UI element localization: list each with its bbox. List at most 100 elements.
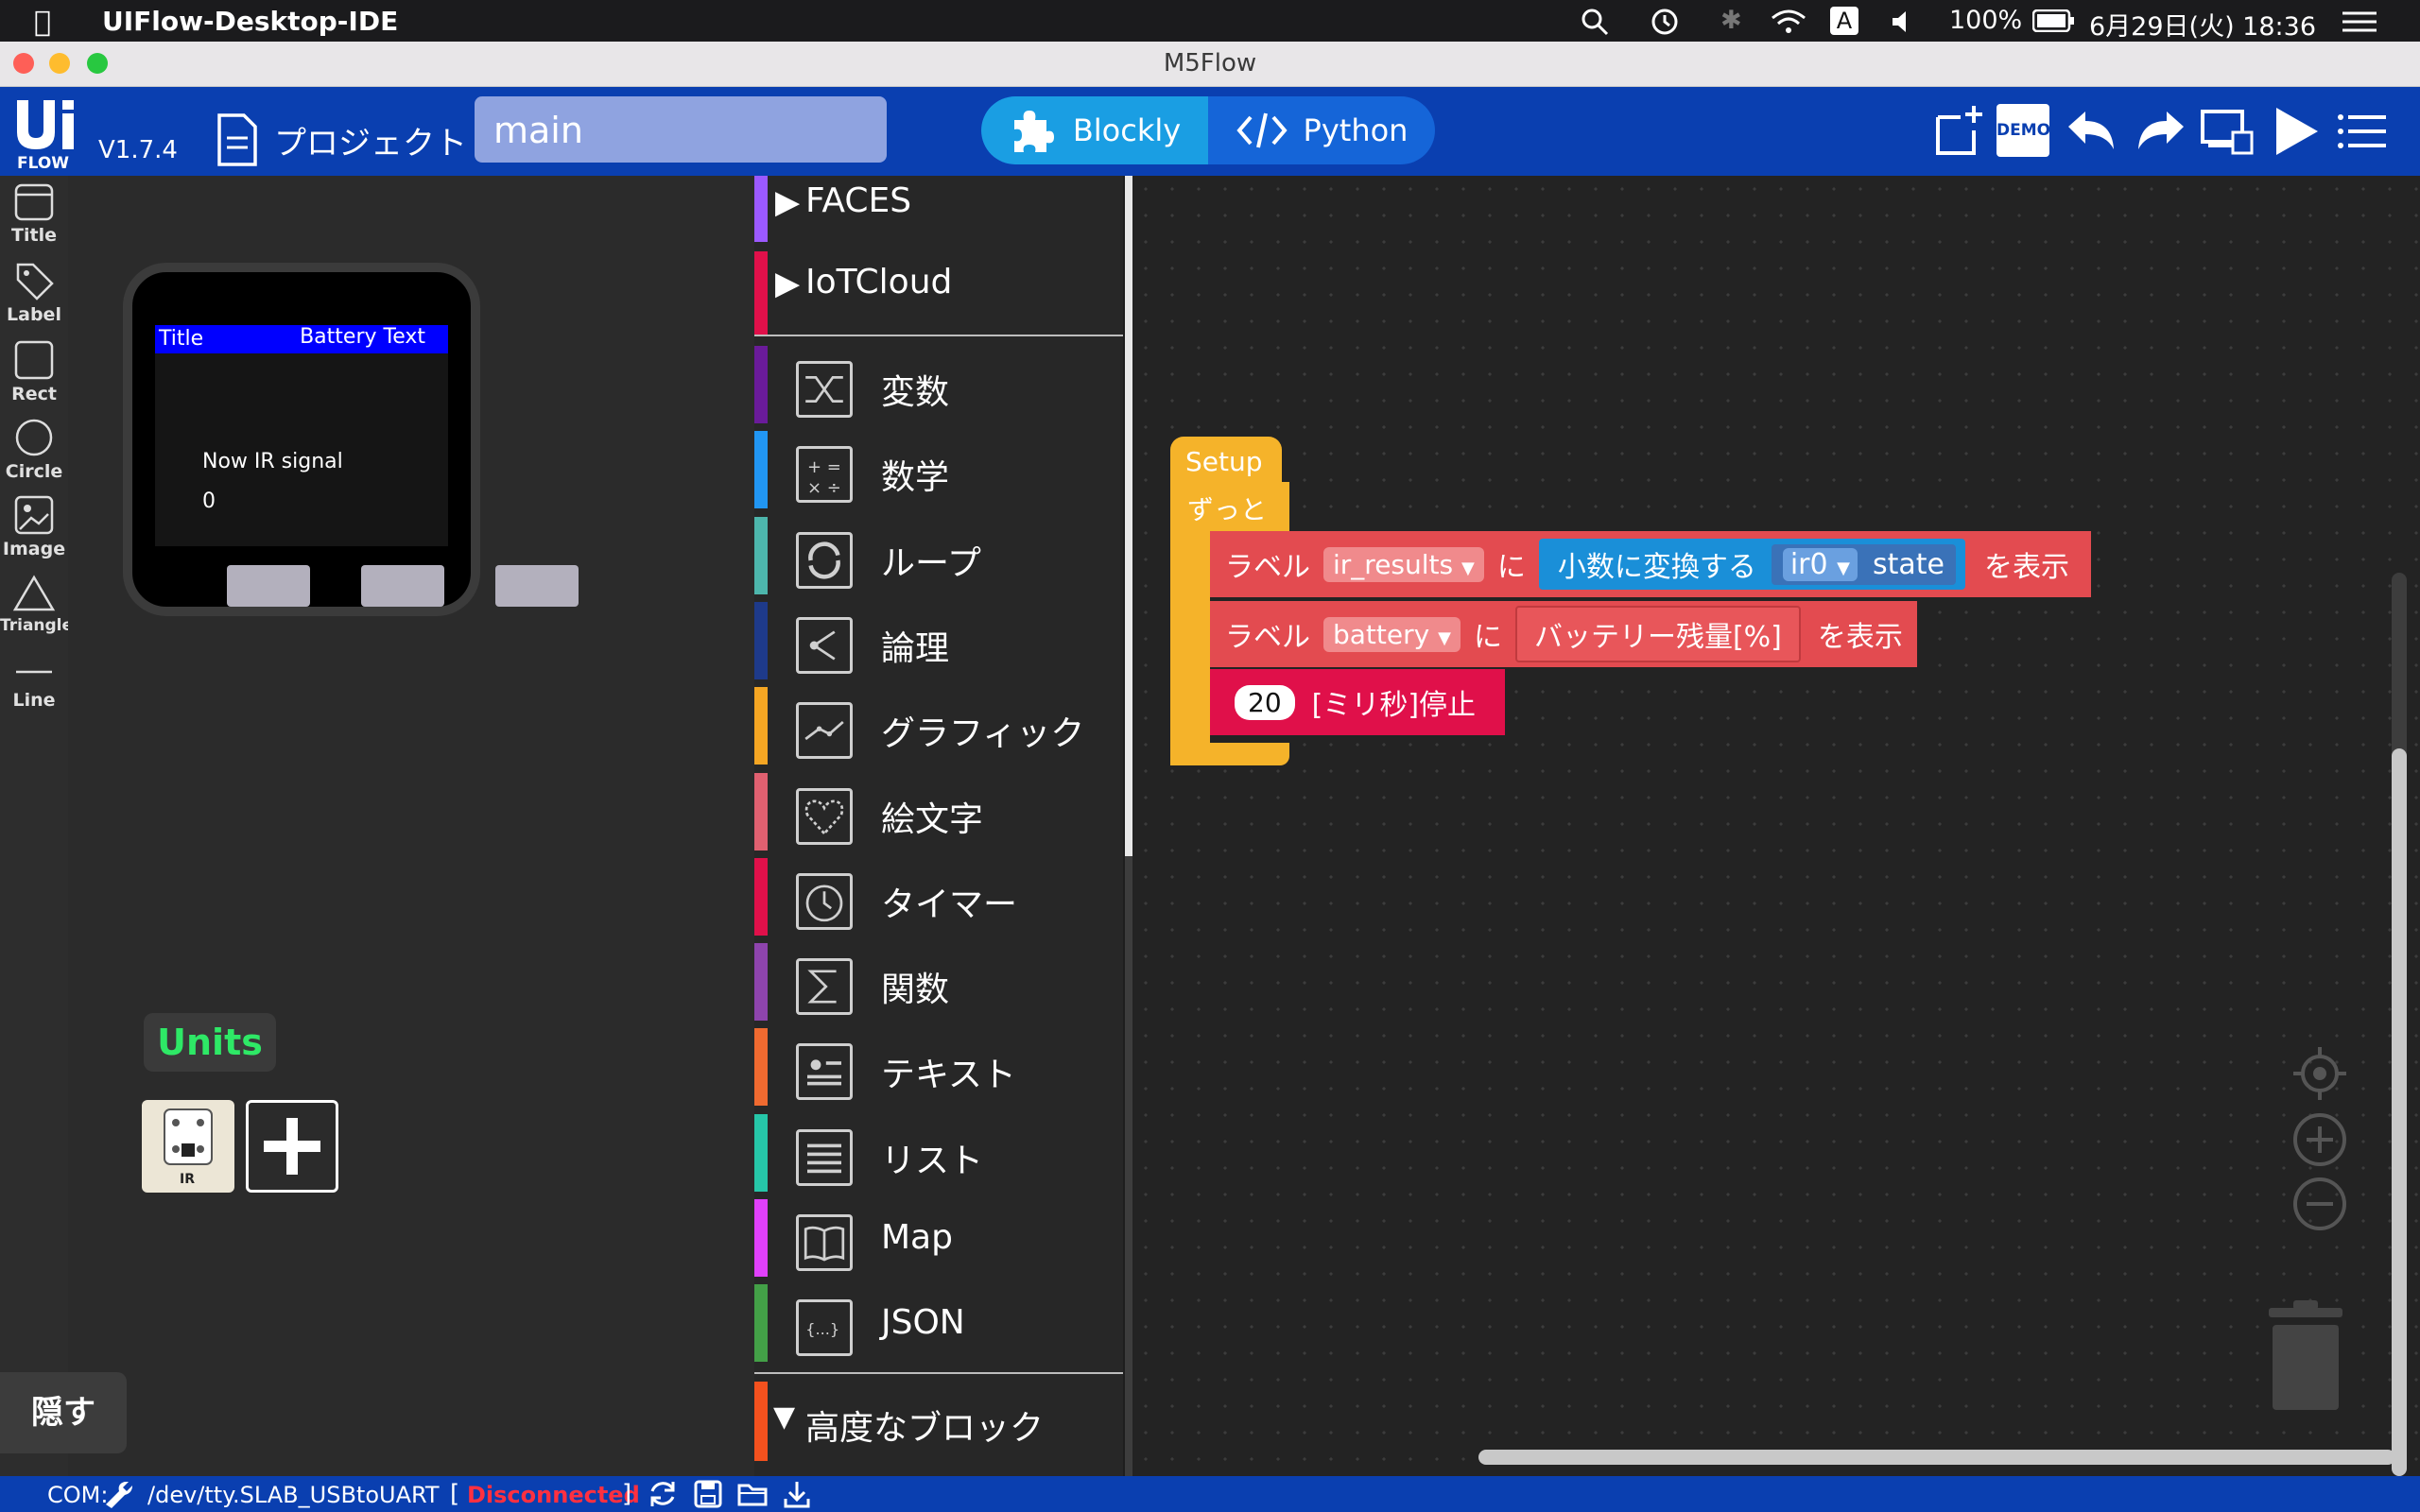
- category-item-6[interactable]: 絵文字: [754, 773, 1123, 858]
- rect-icon: [14, 340, 54, 380]
- bluetooth-icon[interactable]: ✱: [1720, 6, 1742, 35]
- category-scrollbar[interactable]: [1125, 176, 1132, 1476]
- screen-title-text[interactable]: Title: [159, 327, 203, 351]
- blockly-workspace[interactable]: Setup ずっと ラベル ir_results ▼ に 小数に変換する ir0…: [1132, 176, 2420, 1476]
- wait-ms-block[interactable]: 20 [ミリ秒]停止: [1210, 669, 1505, 735]
- category-item-12[interactable]: {...} JSON: [754, 1284, 1123, 1369]
- category-faces[interactable]: ▶ FACES: [754, 176, 1123, 261]
- category-item-8[interactable]: 関数: [754, 943, 1123, 1028]
- app-name[interactable]: UIFlow-Desktop-IDE: [102, 6, 398, 37]
- workspace-vertical-scrollbar[interactable]: [2392, 573, 2407, 1476]
- recenter-icon[interactable]: [2291, 1045, 2348, 1102]
- screen-ir-value[interactable]: 0: [202, 490, 216, 513]
- run-play-icon[interactable]: [2269, 104, 2324, 159]
- category-item-5[interactable]: グラフィック: [754, 687, 1123, 772]
- trash-icon[interactable]: [2265, 1300, 2346, 1414]
- open-folder-icon[interactable]: [737, 1480, 769, 1508]
- blockly-mode-button[interactable]: Blockly: [981, 96, 1208, 164]
- label-set-block-2[interactable]: ラベル battery ▼ に バッテリー残量[%] を表示: [1210, 601, 1917, 667]
- battery-level-block[interactable]: バッテリー残量[%]: [1514, 606, 1801, 662]
- zoom-out-icon[interactable]: [2291, 1176, 2348, 1232]
- screen-ir-label[interactable]: Now IR signal: [202, 450, 343, 473]
- zoom-in-icon[interactable]: [2291, 1111, 2348, 1168]
- category-item-2[interactable]: + = × ÷ 数学: [754, 431, 1123, 516]
- category-item-4[interactable]: 論理: [754, 602, 1123, 687]
- dropdown-arrow-icon: ▼: [1461, 558, 1475, 578]
- tool-image-label: Image: [2, 539, 66, 559]
- save-icon[interactable]: [694, 1480, 722, 1508]
- ni-keyword: に: [1473, 621, 1502, 654]
- workspace-horizontal-scrollbar[interactable]: [1478, 1450, 2395, 1465]
- redo-icon[interactable]: [2133, 104, 2187, 159]
- svg-text:+ =: + =: [807, 457, 841, 477]
- tool-rect[interactable]: Rect: [0, 340, 68, 404]
- demo-button[interactable]: DEMO: [1996, 104, 2050, 157]
- tool-rect-label: Rect: [11, 384, 57, 404]
- document-icon: [217, 113, 257, 166]
- refresh-icon[interactable]: [647, 1480, 679, 1508]
- loop-block-label: ずっと: [1187, 494, 1268, 525]
- battery-percent: 100%: [1949, 6, 2023, 35]
- workspace-vscroll-thumb[interactable]: [2392, 748, 2407, 1476]
- category-advanced[interactable]: ▼ 高度なブロック: [754, 1382, 1123, 1467]
- tool-title[interactable]: Title: [0, 183, 68, 246]
- add-unit-button[interactable]: [246, 1100, 338, 1193]
- wifi-icon[interactable]: [1770, 8, 1807, 36]
- loop-block[interactable]: ずっと: [1170, 482, 1289, 531]
- category-item-7[interactable]: タイマー: [754, 858, 1123, 943]
- label-keyword: ラベル: [1225, 551, 1310, 584]
- ui-element-toolbar: Title Label Rect Circle Image Triangle L…: [0, 176, 73, 1476]
- category-label: タイマー: [881, 885, 1018, 924]
- project-menu[interactable]: プロジェクト: [216, 113, 467, 166]
- device-button-a[interactable]: [227, 565, 310, 607]
- file-name-input[interactable]: main: [475, 96, 887, 163]
- label-var-dropdown[interactable]: ir_results ▼: [1323, 546, 1484, 582]
- device-download-icon[interactable]: [2199, 104, 2254, 159]
- category-iotcloud[interactable]: ▶ IoTCloud: [754, 251, 1123, 336]
- label-set-block-1[interactable]: ラベル ir_results ▼ に 小数に変換する ir0 ▼ state を…: [1210, 531, 2091, 597]
- apple-menu-icon[interactable]: : [34, 6, 51, 39]
- spotlight-search-icon[interactable]: [1581, 8, 1609, 36]
- setup-block[interactable]: Setup: [1170, 437, 1282, 488]
- port-path[interactable]: /dev/tty.SLAB_USBtoUART: [147, 1482, 440, 1508]
- tool-triangle[interactable]: Triangle: [0, 575, 73, 635]
- category-item-1[interactable]: 変数: [754, 346, 1123, 431]
- category-item-10[interactable]: リスト: [754, 1114, 1123, 1199]
- window-title-bar: M5Flow: [0, 42, 2420, 87]
- python-mode-button[interactable]: Python: [1208, 96, 1435, 164]
- device-screen[interactable]: Title Battery Text Now IR signal 0: [155, 325, 448, 546]
- category-stripe: [754, 251, 768, 336]
- category-scroll-thumb[interactable]: [1125, 176, 1132, 856]
- time-machine-icon[interactable]: [1649, 8, 1679, 36]
- device-button-c[interactable]: [495, 565, 579, 607]
- category-item-9[interactable]: テキスト: [754, 1028, 1123, 1113]
- category-item-3[interactable]: ループ: [754, 517, 1123, 602]
- tool-image[interactable]: Image: [0, 495, 68, 559]
- device-button-b[interactable]: [361, 565, 444, 607]
- battery-icon[interactable]: [2032, 9, 2076, 32]
- convert-float-block[interactable]: 小数に変換する ir0 ▼ state: [1538, 539, 1965, 590]
- ir-var-dropdown[interactable]: ir0 ▼: [1782, 547, 1858, 581]
- tool-circle[interactable]: Circle: [0, 418, 68, 482]
- screen-title-bar[interactable]: Title Battery Text: [155, 325, 448, 353]
- wrench-icon[interactable]: [102, 1480, 136, 1508]
- control-center-icon[interactable]: [2342, 9, 2378, 34]
- hide-panel-button[interactable]: 隠す: [0, 1372, 127, 1453]
- input-source-indicator[interactable]: A: [1830, 7, 1858, 35]
- screen-battery-text[interactable]: Battery Text: [300, 325, 425, 349]
- category-item-11[interactable]: Map: [754, 1199, 1123, 1284]
- ir-unit-card[interactable]: IR: [142, 1100, 234, 1193]
- download-icon[interactable]: [783, 1480, 811, 1508]
- ir-state-block[interactable]: ir0 ▼ state: [1771, 543, 1956, 585]
- tool-line[interactable]: Line: [0, 658, 68, 711]
- tool-label[interactable]: Label: [0, 261, 68, 325]
- new-file-icon[interactable]: [1932, 104, 1987, 159]
- wait-value-input[interactable]: 20: [1235, 684, 1295, 720]
- label-var-name: battery: [1333, 618, 1430, 650]
- volume-icon[interactable]: [1891, 9, 1913, 34]
- date-time[interactable]: 6月29日(火) 18:36: [2089, 6, 2316, 43]
- menu-list-icon[interactable]: [2335, 104, 2390, 159]
- collapse-arrow-icon: ▼: [773, 1400, 796, 1434]
- label-var-dropdown[interactable]: battery ▼: [1323, 616, 1461, 652]
- undo-icon[interactable]: [2065, 104, 2119, 159]
